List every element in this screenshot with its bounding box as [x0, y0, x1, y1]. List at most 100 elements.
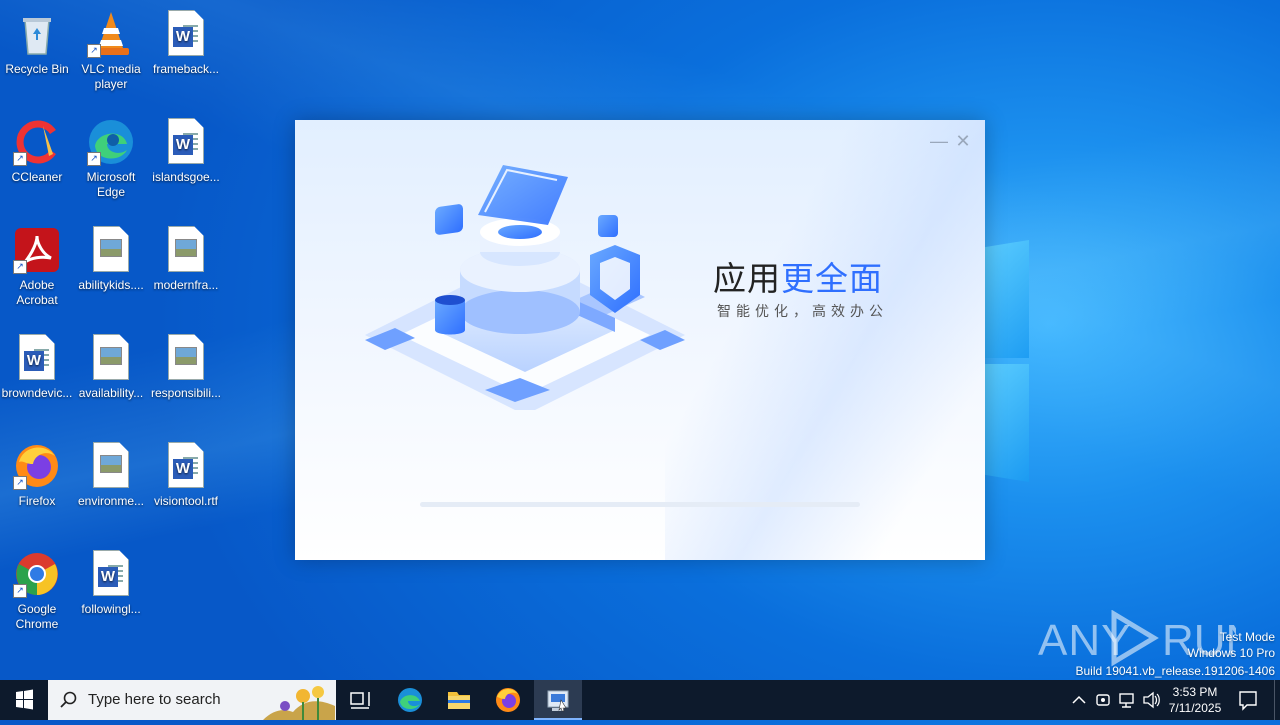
- shortcut-arrow-icon: ↗: [87, 152, 101, 166]
- action-center-button[interactable]: [1234, 680, 1262, 720]
- desktop-icon-image-file[interactable]: responsibili...: [149, 328, 223, 401]
- word-document-icon: W: [19, 334, 55, 380]
- desktop-icon-label: VLC media player: [81, 62, 141, 91]
- minimize-icon: —: [930, 131, 948, 151]
- desktop-icon-label: availability...: [78, 386, 144, 400]
- desktop-icon-label: modernfra...: [153, 278, 219, 292]
- desktop-icon-google-chrome[interactable]: ↗ Google Chrome: [0, 544, 74, 632]
- network-icon: [1119, 693, 1134, 708]
- image-file-icon: [168, 334, 204, 380]
- desktop-icon-label: followingl...: [81, 602, 141, 616]
- shortcut-arrow-icon: ↗: [87, 44, 101, 58]
- image-file-icon: [93, 226, 129, 272]
- image-file-icon: [168, 226, 204, 272]
- installer-window: — ✕ 应用更全面 智能优化，高效办公: [295, 120, 985, 560]
- speaker-icon: [1143, 691, 1160, 709]
- desktop-icon-word-doc[interactable]: W followingl...: [74, 544, 148, 617]
- test-mode-label: Test Mode: [1219, 630, 1275, 644]
- minimize-button[interactable]: —: [930, 132, 948, 150]
- acrobat-icon: ↗: [13, 226, 61, 274]
- chrome-icon: ↗: [13, 550, 61, 598]
- desktop-icon-ccleaner[interactable]: ↗ CCleaner: [0, 112, 74, 185]
- search-icon: [60, 691, 77, 708]
- headline: 应用更全面: [713, 252, 883, 300]
- desktop-icon-edge[interactable]: ↗ Microsoft Edge: [74, 112, 148, 200]
- headline-text: 应用: [713, 259, 781, 298]
- desktop-icon-label: Adobe Acrobat: [16, 278, 58, 307]
- desktop-icon-label: Microsoft Edge: [86, 170, 136, 199]
- taskbar-clock[interactable]: 3:53 PM 7/11/2025: [1160, 684, 1230, 716]
- desktop-icon-label: environme...: [77, 494, 145, 508]
- desktop-icon-label: Recycle Bin: [5, 62, 69, 76]
- desktop-icon-label: islandsgoe...: [152, 170, 220, 184]
- word-document-icon: W: [168, 118, 204, 164]
- shortcut-arrow-icon: ↗: [13, 476, 27, 490]
- clock-date: 7/11/2025: [1168, 701, 1222, 715]
- vlc-cone-icon: ↗: [87, 10, 135, 58]
- taskbar-search-box[interactable]: Type here to search: [48, 680, 336, 720]
- desktop-icon-word-doc[interactable]: W browndevic...: [0, 328, 74, 401]
- tray-volume-button[interactable]: [1140, 680, 1162, 720]
- desktop-icon-word-doc[interactable]: W islandsgoe...: [149, 112, 223, 185]
- desktop-icon-vlc[interactable]: ↗ VLC media player: [74, 4, 148, 92]
- show-hidden-icons-button[interactable]: [1068, 680, 1090, 720]
- desktop-icon-label: visiontool.rtf: [153, 494, 219, 508]
- image-file-icon: [93, 334, 129, 380]
- close-button[interactable]: ✕: [954, 132, 972, 150]
- task-view-icon: [350, 692, 370, 709]
- show-desktop-button[interactable]: [1274, 680, 1280, 720]
- edge-icon: ↗: [87, 118, 135, 166]
- desktop-icon-label: frameback...: [152, 62, 220, 76]
- start-button[interactable]: [0, 680, 48, 720]
- desktop-icon-image-file[interactable]: environme...: [74, 436, 148, 509]
- tray-network-button[interactable]: [1116, 680, 1138, 720]
- desktop-icon-recycle-bin[interactable]: Recycle Bin: [0, 4, 74, 77]
- firefox-icon: [496, 688, 520, 712]
- search-highlight-flowers-icon: [263, 686, 335, 720]
- word-document-icon: W: [168, 10, 204, 56]
- shortcut-arrow-icon: ↗: [13, 584, 27, 598]
- desktop-icon-adobe-acrobat[interactable]: ↗ Adobe Acrobat: [0, 220, 74, 308]
- desktop-icon-image-file[interactable]: availability...: [74, 328, 148, 401]
- chevron-up-icon: [1072, 695, 1086, 704]
- anyrun-logo: ANY RUN: [1038, 609, 1257, 667]
- edge-icon: [398, 688, 422, 712]
- word-document-icon: W: [93, 550, 129, 596]
- desktop-icon-image-file[interactable]: modernfra...: [149, 220, 223, 293]
- task-view-button[interactable]: [336, 680, 384, 720]
- desktop-icon-label: Google Chrome: [15, 602, 59, 631]
- shortcut-arrow-icon: ↗: [13, 152, 27, 166]
- close-icon: ✕: [955, 131, 971, 151]
- headline-highlight: 更全面: [781, 259, 883, 298]
- desktop-icon-word-doc[interactable]: W frameback...: [149, 4, 223, 77]
- taskbar-firefox[interactable]: [484, 680, 532, 720]
- installer-app-icon: [547, 690, 569, 712]
- ccleaner-icon: ↗: [13, 118, 61, 166]
- windows-start-icon: [16, 689, 33, 710]
- desktop-icon-label: responsibili...: [150, 386, 222, 400]
- desktop-icon-label: Firefox: [18, 494, 56, 508]
- desktop-icon-label: browndevic...: [1, 386, 73, 400]
- desktop-icon-label: CCleaner: [11, 170, 63, 184]
- recycle-bin-icon: [13, 10, 61, 58]
- desktop-icon-firefox[interactable]: ↗ Firefox: [0, 436, 74, 509]
- shortcut-arrow-icon: ↗: [13, 260, 27, 274]
- taskbar-file-explorer[interactable]: [435, 680, 483, 720]
- install-progress-bar: [420, 502, 860, 507]
- taskbar-installer-app[interactable]: [534, 680, 582, 720]
- taskbar: Type here to search 3:53 PM 7/11/2025: [0, 680, 1280, 720]
- desktop-icon-word-doc[interactable]: W visiontool.rtf: [149, 436, 223, 509]
- search-placeholder: Type here to search: [88, 691, 221, 708]
- clock-time: 3:53 PM: [1172, 685, 1218, 699]
- image-file-icon: [93, 442, 129, 488]
- word-document-icon: W: [168, 442, 204, 488]
- desktop-icon-image-file[interactable]: abilitykids....: [74, 220, 148, 293]
- firefox-icon: ↗: [13, 442, 61, 490]
- notification-icon: [1239, 691, 1257, 711]
- folder-icon: [448, 692, 470, 709]
- tray-device-button[interactable]: [1092, 680, 1114, 720]
- tagline: 智能优化，高效办公: [717, 304, 888, 320]
- taskbar-edge[interactable]: [386, 680, 434, 720]
- isometric-server-illustration: [365, 165, 685, 410]
- windows-edition-label: Windows 10 Pro: [1187, 646, 1275, 660]
